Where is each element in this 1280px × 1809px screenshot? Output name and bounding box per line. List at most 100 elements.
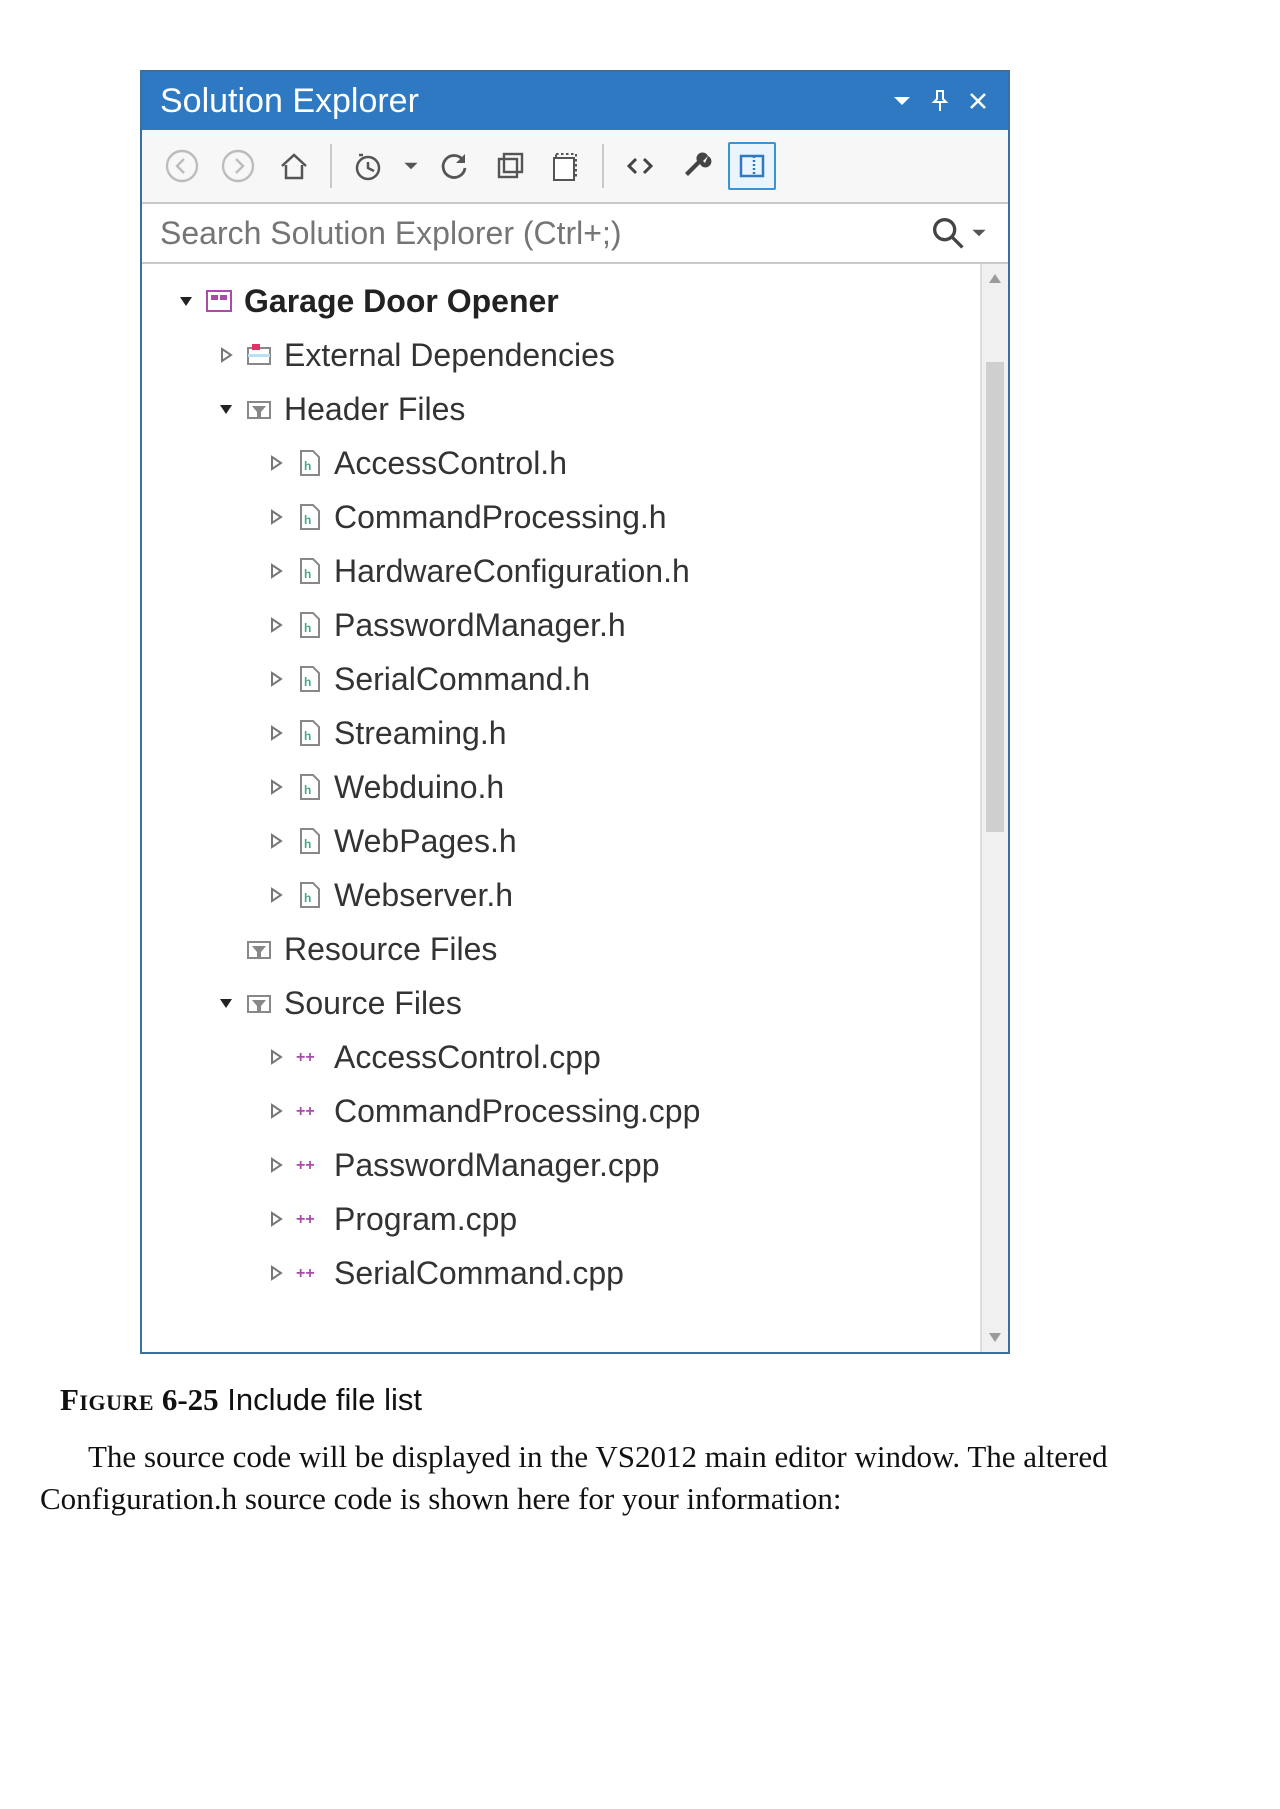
expand-collapse-icon[interactable] (262, 1210, 290, 1228)
tree-container: Garage Door Opener External Dependencies (142, 264, 1008, 1352)
window-menu-dropdown-icon[interactable] (886, 85, 918, 117)
pending-changes-filter-button[interactable] (344, 142, 392, 190)
expand-collapse-icon[interactable] (262, 886, 290, 904)
header-file-icon: h (290, 556, 328, 586)
file-label: HardwareConfiguration.h (334, 553, 690, 590)
filter-folder-icon (240, 988, 278, 1018)
file-node[interactable]: h HardwareConfiguration.h (142, 544, 980, 598)
file-node[interactable]: ++CommandProcessing.cpp (142, 1084, 980, 1138)
search-icon[interactable] (928, 213, 968, 253)
folder-external-dependencies[interactable]: External Dependencies (142, 328, 980, 382)
file-label: SerialCommand.h (334, 661, 590, 698)
expand-collapse-icon[interactable] (262, 1048, 290, 1066)
file-label: Program.cpp (334, 1201, 517, 1238)
scroll-down-icon[interactable] (982, 1324, 1008, 1352)
file-node[interactable]: hWebduino.h (142, 760, 980, 814)
folder-label: Resource Files (284, 931, 497, 968)
file-node[interactable]: ++AccessControl.cpp (142, 1030, 980, 1084)
svg-text:++: ++ (296, 1211, 315, 1228)
expand-collapse-icon[interactable] (172, 292, 200, 310)
figure-label: Figure (60, 1382, 154, 1417)
figure-caption-text: Include file list (227, 1382, 422, 1417)
search-dropdown-icon[interactable] (968, 213, 990, 253)
file-node[interactable]: ++PasswordManager.cpp (142, 1138, 980, 1192)
svg-text:h: h (304, 567, 311, 581)
project-node[interactable]: Garage Door Opener (142, 274, 980, 328)
expand-collapse-icon[interactable] (262, 454, 290, 472)
file-node[interactable]: hStreaming.h (142, 706, 980, 760)
cpp-file-icon: ++ (290, 1096, 328, 1126)
expand-collapse-icon[interactable] (262, 1102, 290, 1120)
nav-forward-button[interactable] (214, 142, 262, 190)
header-file-icon: h (290, 610, 328, 640)
home-button[interactable] (270, 142, 318, 190)
expand-collapse-icon[interactable] (262, 724, 290, 742)
header-file-icon: h (290, 448, 328, 478)
references-folder-icon (240, 340, 278, 370)
svg-text:h: h (304, 783, 311, 797)
filter-folder-icon (240, 394, 278, 424)
search-input[interactable] (160, 215, 928, 252)
vertical-scrollbar[interactable] (980, 264, 1008, 1352)
svg-text:h: h (304, 675, 311, 689)
header-file-icon: h (290, 880, 328, 910)
header-file-icon: h (290, 664, 328, 694)
filter-folder-icon (240, 934, 278, 964)
dropdown-icon[interactable] (400, 142, 422, 190)
svg-text:++: ++ (296, 1103, 315, 1120)
expand-collapse-icon[interactable] (262, 1156, 290, 1174)
svg-text:h: h (304, 729, 311, 743)
expand-collapse-icon[interactable] (262, 508, 290, 526)
cpp-file-icon: ++ (290, 1042, 328, 1072)
file-node[interactable]: hWebPages.h (142, 814, 980, 868)
file-node[interactable]: h SerialCommand.h (142, 652, 980, 706)
preview-selected-items-button[interactable] (728, 142, 776, 190)
file-node[interactable]: ++ SerialCommand.cpp (142, 1246, 980, 1300)
file-node[interactable]: hPasswordManager.h (142, 598, 980, 652)
collapse-all-button[interactable] (486, 142, 534, 190)
nav-back-button[interactable] (158, 142, 206, 190)
file-node[interactable]: hCommandProcessing.h (142, 490, 980, 544)
file-label: PasswordManager.h (334, 607, 626, 644)
expand-collapse-icon[interactable] (262, 670, 290, 688)
file-label: AccessControl.h (334, 445, 567, 482)
cpp-file-icon: ++ (290, 1204, 328, 1234)
svg-text:h: h (304, 837, 311, 851)
expand-collapse-icon[interactable] (262, 616, 290, 634)
scroll-up-icon[interactable] (982, 264, 1008, 292)
pin-icon[interactable] (924, 85, 956, 117)
expand-collapse-icon[interactable] (262, 778, 290, 796)
panel-titlebar: Solution Explorer (142, 72, 1008, 130)
expand-collapse-icon[interactable] (212, 400, 240, 418)
view-code-button[interactable] (616, 142, 664, 190)
project-label: Garage Door Opener (244, 283, 559, 320)
svg-text:h: h (304, 459, 311, 473)
expand-collapse-icon[interactable] (262, 562, 290, 580)
expand-collapse-icon[interactable] (212, 994, 240, 1012)
file-label: CommandProcessing.h (334, 499, 667, 536)
svg-text:++: ++ (296, 1157, 315, 1174)
file-label: SerialCommand.cpp (334, 1255, 624, 1292)
folder-label: External Dependencies (284, 337, 615, 374)
properties-button[interactable] (672, 142, 720, 190)
sync-active-document-button[interactable] (430, 142, 478, 190)
folder-header-files[interactable]: Header Files (142, 382, 980, 436)
expand-collapse-icon[interactable] (262, 1264, 290, 1282)
folder-source-files[interactable]: Source Files (142, 976, 980, 1030)
folder-label: Header Files (284, 391, 465, 428)
expand-collapse-icon[interactable] (262, 832, 290, 850)
folder-resource-files[interactable]: Resource Files (142, 922, 980, 976)
header-file-icon: h (290, 718, 328, 748)
expand-collapse-icon[interactable] (212, 346, 240, 364)
header-file-icon: h (290, 826, 328, 856)
panel-toolbar (142, 130, 1008, 204)
file-node[interactable]: ++ Program.cpp (142, 1192, 980, 1246)
scrollbar-thumb[interactable] (986, 362, 1004, 832)
file-node[interactable]: h AccessControl.h (142, 436, 980, 490)
solution-tree[interactable]: Garage Door Opener External Dependencies (142, 264, 980, 1352)
show-all-files-button[interactable] (542, 142, 590, 190)
file-node[interactable]: hWebserver.h (142, 868, 980, 922)
project-icon (200, 286, 238, 316)
close-icon[interactable] (962, 85, 994, 117)
svg-text:++: ++ (296, 1265, 315, 1282)
